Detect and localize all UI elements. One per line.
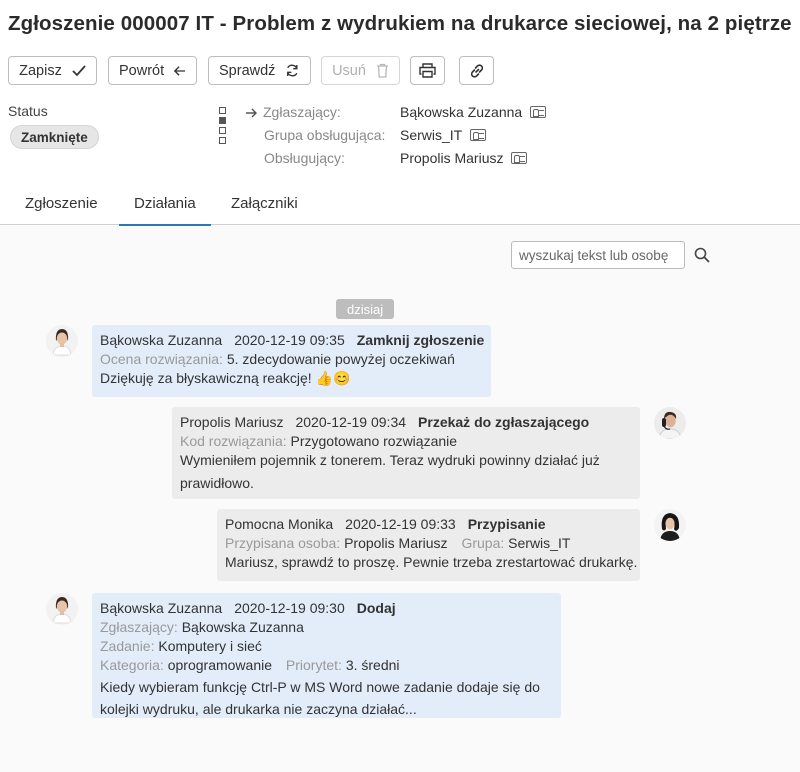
requester-label: Zgłaszający:	[263, 104, 341, 120]
contact-card-icon[interactable]	[470, 129, 487, 141]
message-field: Zadanie: Komputery i sieć	[100, 637, 553, 656]
message-author: Bąkowska Zuzanna	[100, 332, 223, 348]
message-header: Propolis Mariusz 2020-12-19 09:34 Przekaż …	[180, 413, 632, 432]
field-value: Propolis Mariusz	[344, 535, 448, 551]
message-author: Pomocna Monika	[225, 516, 334, 532]
message-time: 2020-12-19 09:34	[295, 414, 407, 430]
message-author: Bąkowska Zuzanna	[100, 600, 223, 616]
handler-name: Propolis Mariusz	[400, 150, 504, 166]
trash-icon	[376, 63, 388, 78]
message-action: Dodaj	[356, 600, 396, 616]
message-time: 2020-12-19 09:35	[234, 332, 345, 348]
field-label: Kategoria:	[100, 657, 164, 673]
group-name: Serwis_IT	[400, 127, 463, 143]
check-button[interactable]: Sprawdź	[208, 56, 311, 85]
field-label: Grupa:	[461, 535, 505, 551]
field-label: Przypisana osoba:	[225, 535, 341, 551]
message-field: Ocena rozwiązania: 5. zdecydowanie powyż…	[100, 350, 483, 369]
contact-card-icon[interactable]	[530, 106, 547, 118]
avatar-requester	[46, 593, 78, 625]
save-button[interactable]: Zapisz	[8, 56, 97, 85]
page-title: Zgłoszenie 000007 IT - Problem z wydruki…	[8, 12, 792, 35]
requester-value[interactable]: Bąkowska Zuzanna	[400, 104, 547, 120]
field-value: Komputery i sieć	[158, 638, 262, 654]
message-field: Zgłaszający: Bąkowska Zuzanna	[100, 618, 553, 637]
search-icon[interactable]	[694, 247, 710, 263]
message-field: Kategoria: oprogramowanie Priorytet: 3. …	[100, 656, 553, 675]
message-header: Bąkowska Zuzanna 2020-12-19 09:35 Zamknij …	[100, 331, 485, 350]
field-label: Ocena rozwiązania:	[100, 351, 223, 367]
field-label: Zgłaszający:	[100, 619, 178, 635]
tab-request[interactable]: Zgłoszenie	[25, 195, 98, 224]
tab-bar: Zgłoszenie Działania Załączniki	[0, 185, 800, 227]
field-label: Priorytet:	[285, 657, 342, 673]
field-value: Bąkowska Zuzanna	[181, 619, 304, 635]
field-value: 5. zdecydowanie powyżej oczekiwań	[226, 351, 455, 367]
message-card: Propolis Mariusz 2020-12-19 09:34 Przekaż …	[172, 407, 640, 499]
field-value: Przygotowano rozwiązanie	[290, 433, 458, 449]
message-action: Przekaż do zgłaszającego	[418, 414, 590, 430]
message-text: Wymieniłem pojemnik z tonerem. Teraz wyd…	[180, 452, 600, 468]
print-button[interactable]	[410, 56, 445, 85]
avatar-handler	[654, 407, 686, 439]
message-field: Kod rozwiązania: Przygotowano rozwiązani…	[180, 432, 632, 451]
check-button-label: Sprawdź	[219, 62, 276, 79]
contact-card-icon[interactable]	[511, 152, 528, 164]
search-input[interactable]	[511, 241, 685, 269]
message-header: Bąkowska Zuzanna 2020-12-19 09:30 Dodaj	[100, 599, 553, 618]
step-indicator[interactable]	[219, 107, 226, 147]
message-text: Kiedy wybieram funkcję Ctrl-P w MS Word …	[100, 679, 540, 695]
message-action: Zamknij zgłoszenie	[356, 332, 485, 348]
back-button[interactable]: Powrót	[108, 56, 197, 85]
link-icon	[470, 63, 483, 78]
refresh-icon	[287, 64, 298, 77]
field-value: 3. średni	[345, 657, 400, 673]
message-card: Bąkowska Zuzanna 2020-12-19 09:35 Zamknij …	[92, 325, 491, 397]
printer-icon	[419, 63, 436, 78]
field-value: oprogramowanie	[167, 657, 273, 673]
check-icon	[72, 64, 86, 76]
step-dot	[219, 137, 226, 144]
message-text: kolejki wydruku, ale drukarka nie zaczyn…	[100, 701, 417, 717]
handler-value[interactable]: Propolis Mariusz	[400, 150, 528, 166]
message-field: Przypisana osoba: Propolis Mariusz Grupa…	[225, 534, 632, 553]
message-action: Przypisanie	[467, 516, 546, 532]
field-value: Serwis_IT	[508, 535, 571, 551]
message-card: Bąkowska Zuzanna 2020-12-19 09:30 Dodaj Zg…	[92, 593, 561, 718]
message-text: Mariusz, sprawdź to proszę. Pewnie trzeb…	[225, 554, 638, 570]
group-value[interactable]: Serwis_IT	[400, 127, 487, 143]
avatar-requester	[46, 325, 78, 357]
status-label: Status	[8, 103, 48, 119]
message-time: 2020-12-19 09:30	[234, 600, 345, 616]
group-label: Grupa obsługująca:	[264, 127, 386, 143]
tab-attachments[interactable]: Załączniki	[231, 195, 298, 224]
message-time: 2020-12-19 09:33	[345, 516, 456, 532]
field-label: Zadanie:	[100, 638, 155, 654]
save-button-label: Zapisz	[19, 62, 62, 79]
requester-name: Bąkowska Zuzanna	[400, 104, 523, 120]
step-dot	[219, 127, 226, 134]
handler-label: Obsługujący:	[264, 150, 345, 166]
message-text: Dziękuję za błyskawiczną reakcję! 👍😊	[100, 370, 351, 386]
arrow-left-icon	[174, 65, 186, 76]
avatar-assigner	[654, 509, 686, 541]
tab-actions[interactable]: Działania	[119, 195, 211, 227]
field-label: Kod rozwiązania:	[180, 433, 287, 449]
message-author: Propolis Mariusz	[180, 414, 284, 430]
day-separator: dzisiaj	[336, 299, 395, 319]
arrow-right-icon	[245, 104, 258, 122]
delete-button-label: Usuń	[332, 62, 366, 79]
message-card: Pomocna Monika 2020-12-19 09:33 Przypisani…	[217, 509, 640, 581]
back-button-label: Powrót	[119, 62, 165, 79]
message-text: prawidłowo.	[180, 475, 254, 491]
step-dot-active	[219, 117, 226, 124]
status-badge: Zamknięte	[10, 125, 99, 149]
link-button[interactable]	[459, 56, 494, 85]
step-dot	[219, 107, 226, 114]
message-header: Pomocna Monika 2020-12-19 09:33 Przypisani…	[225, 515, 632, 534]
delete-button[interactable]: Usuń	[321, 56, 400, 85]
